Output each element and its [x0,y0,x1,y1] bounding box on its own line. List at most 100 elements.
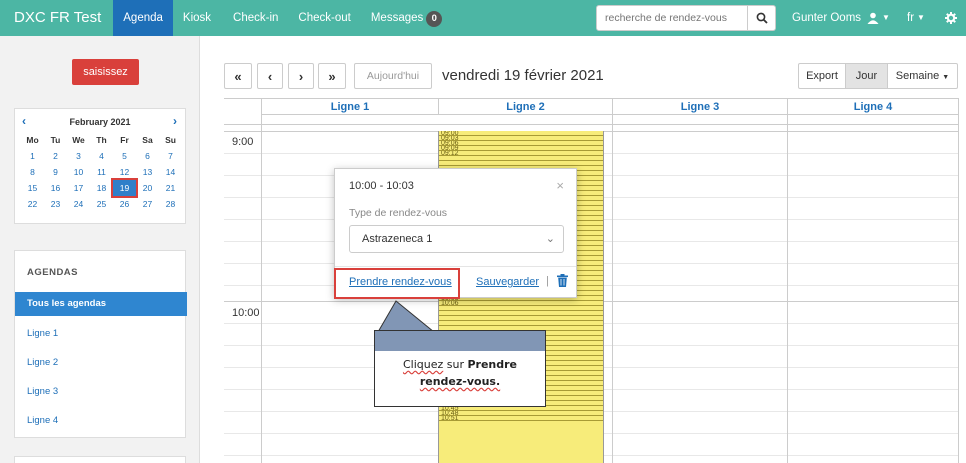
previous-day-button[interactable]: ‹ [257,63,283,89]
agenda-item-ligne-3[interactable]: Ligne 3 [15,380,187,404]
calendar-day[interactable]: 23 [44,196,67,212]
search-button[interactable] [748,5,776,31]
mini-calendar: ‹ › February 2021 Mo Tu We Th Fr Sa Su 1… [14,108,186,224]
weekday-label: Sa [142,135,153,145]
app-brand[interactable]: DXC FR Test [0,0,113,36]
calendar-week-row: 22 23 24 25 26 27 28 [21,196,183,212]
nav-check-in[interactable]: Check-in [223,0,288,36]
enter-button[interactable]: saisissez [72,59,139,85]
time-label-10: 10:00 [232,307,260,319]
user-icon [867,12,879,24]
language-menu[interactable]: fr ▼ [907,0,925,36]
day-view-button[interactable]: Jour [846,63,888,89]
search-input[interactable] [596,5,748,31]
calendar-day[interactable]: 15 [21,180,44,196]
calendar-day[interactable]: 20 [136,180,159,196]
calendar-week-row: 1 2 3 4 5 6 7 [21,148,183,164]
calendar-day[interactable]: 25 [90,196,113,212]
nav-messages[interactable]: Messages 0 [361,0,452,36]
user-menu[interactable]: Gunter Ooms ▼ [792,0,890,36]
agendas-panel: AGENDAS Tous les agendas Ligne 1 Ligne 2… [14,250,187,438]
messages-count-badge: 0 [426,11,443,27]
calendar-day-selected[interactable]: 19 [111,178,138,198]
trash-icon[interactable] [557,274,568,287]
calendar-grid: Mo Tu We Th Fr Sa Su 1 2 3 4 5 6 7 8 9 1… [21,132,183,212]
today-button[interactable]: Aujourd'hui [354,63,432,89]
column-divider [787,99,788,463]
time-slot[interactable]: 10:51 [439,416,603,421]
close-icon[interactable]: × [556,178,564,193]
save-link[interactable]: Sauvegarder [476,276,539,288]
agendas-title: AGENDAS [27,267,79,278]
all-day-separator [224,124,959,125]
calendar-day[interactable]: 26 [113,196,136,212]
calendar-day[interactable]: 1 [21,148,44,164]
weekday-label: Tu [50,135,61,145]
calendar-day[interactable]: 27 [136,196,159,212]
nav-messages-label: Messages [370,12,424,24]
calendar-day[interactable]: 28 [159,196,182,212]
calendar-day[interactable]: 24 [67,196,90,212]
language-code: fr [907,12,915,24]
agenda-item-ligne-2[interactable]: Ligne 2 [15,351,187,375]
calendar-day[interactable]: 8 [21,164,44,180]
popover-time-range: 10:00 - 10:03 [349,180,414,192]
column-divider [612,99,613,463]
first-page-button[interactable]: « [224,63,252,89]
calendar-day[interactable]: 17 [67,180,90,196]
nav-kiosk[interactable]: Kiosk [173,0,221,36]
weekday-label: We [72,135,85,145]
search-box [596,5,776,31]
calendar-week-row: 15 16 17 18 19 20 21 [21,178,183,198]
weekday-label: Su [165,135,176,145]
agenda-item-ligne-4[interactable]: Ligne 4 [15,409,187,433]
calendar-day[interactable]: 2 [44,148,67,164]
column-divider [261,99,262,463]
next-day-button[interactable]: › [288,63,314,89]
calendar-day[interactable]: 16 [44,180,67,196]
chevron-down-icon: ⌄ [545,233,555,245]
calendar-day[interactable]: 12 [113,164,136,180]
sidebar-bottom-panel [14,456,186,463]
week-view-button[interactable]: Semaine ▼ [888,63,958,89]
calendar-day[interactable]: 9 [44,164,67,180]
nav-check-out[interactable]: Check-out [288,0,360,36]
calendar-day[interactable]: 6 [136,148,159,164]
calendar-weekday-row: Mo Tu We Th Fr Sa Su [21,132,183,148]
time-label-9: 9:00 [232,136,254,148]
nav-agenda[interactable]: Agenda [113,0,173,36]
agenda-item-all[interactable]: Tous les agendas [15,292,187,316]
weekday-label: Mo [26,135,39,145]
calendar-day[interactable]: 22 [21,196,44,212]
calendar-week-row: 8 9 10 11 12 13 14 [21,164,183,180]
current-date-title: vendredi 19 février 2021 [442,67,604,84]
appointment-type-select[interactable]: Astrazeneca 1 ⌄ [349,225,564,253]
callout-text-emphasis-1: Prendre [467,358,518,371]
calendar-day[interactable]: 21 [159,180,182,196]
link-separator: | [546,275,549,287]
popover-divider [335,266,576,267]
top-navbar: DXC FR Test Agenda Kiosk Check-in Check-… [0,0,966,36]
calendar-day[interactable]: 3 [67,148,90,164]
calendar-day[interactable]: 13 [136,164,159,180]
agenda-item-ligne-1[interactable]: Ligne 1 [15,322,187,346]
calendar-day[interactable]: 4 [90,148,113,164]
week-view-label: Semaine [895,70,940,82]
export-button[interactable]: Export [798,63,846,89]
callout-text-connector: sur [443,358,468,371]
settings-button[interactable] [945,0,957,36]
highlight-box [334,268,460,299]
calendar-day[interactable]: 14 [159,164,182,180]
column-header-ligne-3: Ligne 3 [612,99,787,115]
calendar-day[interactable]: 5 [113,148,136,164]
instruction-callout: Cliquez sur Prendre rendez-vous. [374,330,546,407]
calendar-day[interactable]: 11 [90,164,113,180]
user-name: Gunter Ooms [792,12,862,24]
callout-pointer [377,300,436,333]
calendar-day[interactable]: 10 [67,164,90,180]
callout-header-bar [375,331,545,351]
appointment-type-value: Astrazeneca 1 [362,233,433,245]
calendar-day[interactable]: 18 [90,180,113,196]
calendar-day[interactable]: 7 [159,148,182,164]
last-page-button[interactable]: » [318,63,346,89]
